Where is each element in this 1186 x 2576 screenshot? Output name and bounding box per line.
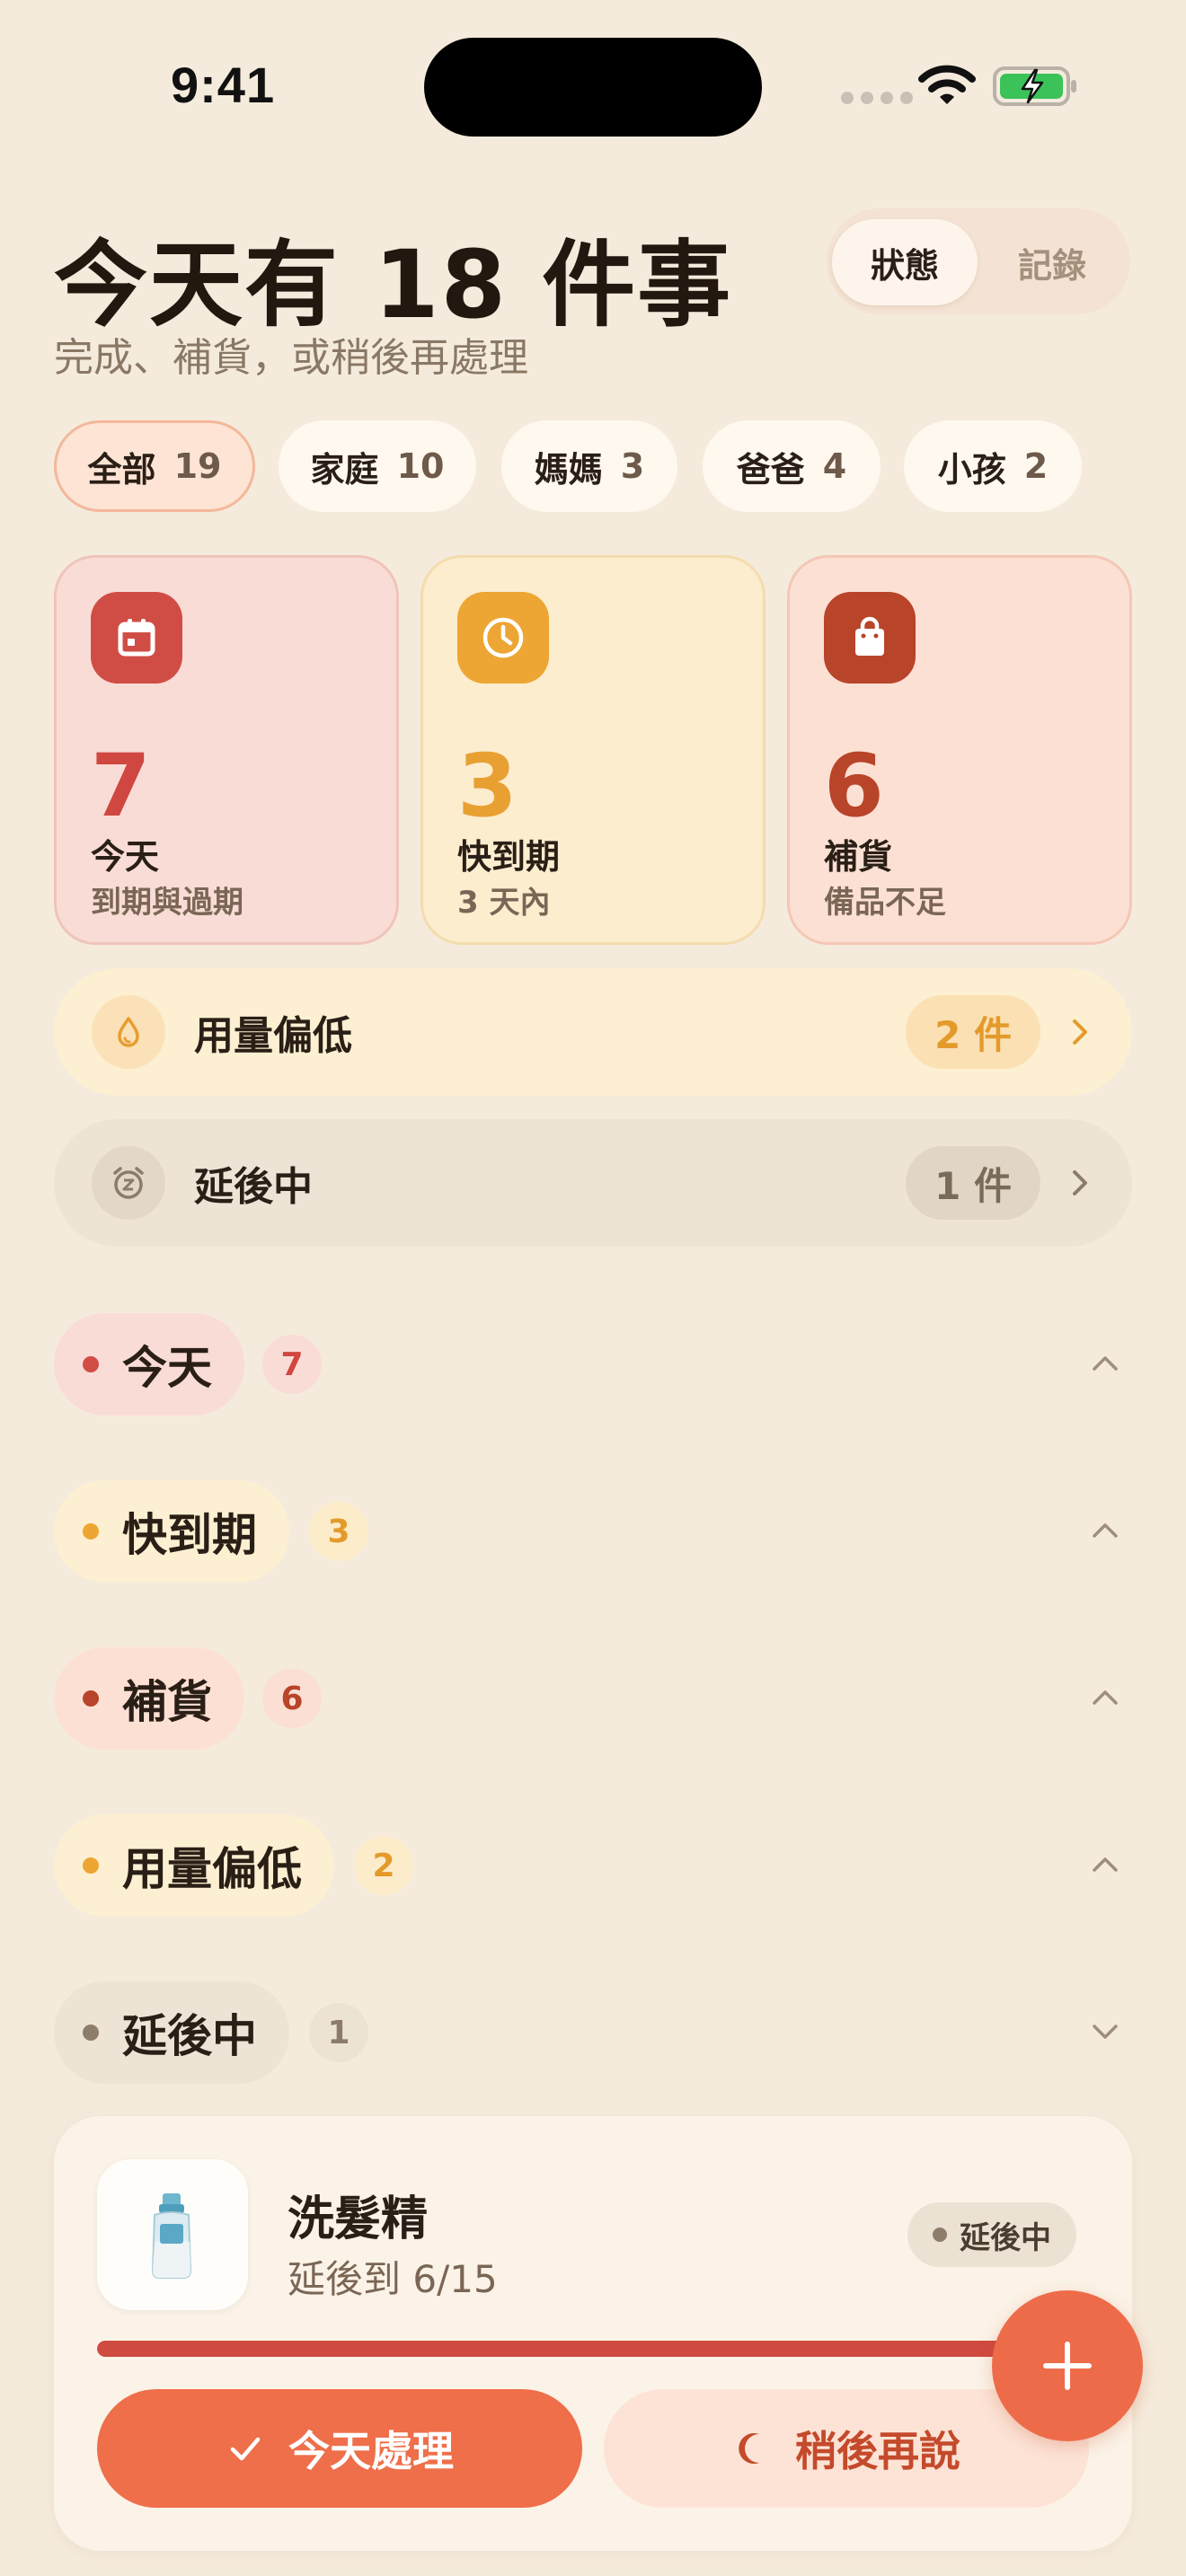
item-progress-bar (97, 2341, 1040, 2357)
row-label: 延後中 (194, 1164, 313, 1210)
moon-icon (739, 2433, 759, 2464)
later-label: 稍後再說 (795, 2427, 960, 2475)
item-progress-fill (97, 2341, 1040, 2357)
item-name: 洗髮精 (288, 2192, 429, 2246)
section-dot (83, 1356, 99, 1372)
chevron-right-icon (1073, 1170, 1087, 1195)
filter-chip-count: 3 (620, 446, 645, 486)
shampoo-bottle-icon (151, 2193, 192, 2279)
row-label: 用量偏低 (194, 1013, 352, 1059)
stat-card-soon[interactable]: 3 快到期 3 天內 (420, 555, 766, 945)
filter-chip-label: 全部 (87, 449, 156, 490)
section-header-restock[interactable]: 補貨 (54, 1647, 244, 1750)
row-low-usage[interactable]: 用量偏低 2 件 (54, 968, 1132, 1096)
filter-chip-kids[interactable]: 小孩 2 (904, 420, 1082, 512)
stat-card-today[interactable]: 7 今天 到期與過期 (54, 555, 399, 945)
section-count: 2 (354, 1836, 413, 1895)
section-header-snoozed[interactable]: 延後中 (54, 1981, 289, 2084)
page-title: 今天有 18 件事 (54, 230, 733, 340)
chevron-up-icon[interactable] (1087, 1513, 1123, 1548)
section-title: 快到期 (122, 1509, 257, 1561)
filter-chip-label: 小孩 (937, 449, 1006, 490)
section-title: 今天 (122, 1342, 212, 1394)
section-dot (83, 2025, 99, 2041)
stat-label: 今天 (91, 837, 160, 877)
handle-today-label: 今天處理 (288, 2427, 454, 2475)
row-count-badge: 1 件 (906, 1146, 1040, 1220)
item-thumbnail (97, 2159, 248, 2310)
stat-sub: 備品不足 (824, 885, 946, 921)
stat-card-restock[interactable]: 6 補貨 備品不足 (787, 555, 1132, 945)
dynamic-island (424, 38, 762, 137)
shopping-bag-icon (824, 592, 916, 684)
filter-chip-label: 媽媽 (534, 449, 603, 490)
section-dot (83, 1857, 99, 1874)
section-header-low-usage[interactable]: 用量偏低 (54, 1814, 334, 1917)
wifi-icon (918, 65, 976, 104)
section-header-soon[interactable]: 快到期 (54, 1480, 289, 1583)
handle-today-button[interactable]: 今天處理 (97, 2389, 582, 2508)
stat-sub: 到期與過期 (91, 885, 243, 921)
stat-value: 6 (824, 736, 884, 836)
chevron-up-icon[interactable] (1087, 1680, 1123, 1716)
status-time: 9:41 (171, 57, 276, 113)
chevron-up-icon[interactable] (1087, 1345, 1123, 1381)
droplet-icon (92, 995, 165, 1069)
filter-chip-label: 家庭 (310, 449, 379, 490)
snooze-alarm-icon (92, 1146, 165, 1220)
page-subtitle: 完成、補貨，或稍後再處理 (54, 335, 528, 381)
stat-label: 快到期 (457, 837, 561, 877)
segment-status[interactable]: 狀態 (832, 219, 978, 305)
section-count: 1 (309, 2003, 368, 2062)
cellular-signal-icon (841, 92, 913, 104)
stat-label: 補貨 (824, 837, 893, 877)
filter-chip-label: 爸爸 (736, 449, 805, 490)
section-title: 延後中 (122, 2010, 257, 2062)
segment-records[interactable]: 記錄 (979, 219, 1125, 305)
battery-charging-icon (993, 66, 1076, 106)
section-count: 6 (262, 1669, 322, 1728)
filter-chip-count: 4 (822, 446, 847, 486)
filter-chip-dad[interactable]: 爸爸 4 (703, 420, 881, 512)
section-dot (83, 1523, 99, 1539)
plus-icon (1043, 2342, 1092, 2390)
filter-chip-all[interactable]: 全部 19 (54, 420, 255, 512)
chevron-right-icon (1073, 1019, 1087, 1045)
section-count: 3 (309, 1502, 368, 1561)
filter-chip-count: 2 (1023, 446, 1049, 486)
calendar-icon (91, 592, 182, 684)
item-snooze-date: 延後到 6/15 (288, 2257, 498, 2301)
chevron-up-icon[interactable] (1087, 1847, 1123, 1883)
section-title: 用量偏低 (122, 1843, 302, 1895)
stat-value: 7 (91, 736, 151, 836)
row-snoozed[interactable]: 延後中 1 件 (54, 1119, 1132, 1247)
filter-chip-family[interactable]: 家庭 10 (279, 420, 476, 512)
section-count: 7 (262, 1335, 322, 1394)
section-title: 補貨 (122, 1676, 212, 1728)
row-count-badge: 2 件 (906, 995, 1040, 1069)
section-header-today[interactable]: 今天 (54, 1313, 244, 1416)
status-dot (933, 2228, 947, 2242)
add-item-button[interactable] (992, 2290, 1143, 2441)
filter-chip-count: 10 (396, 446, 445, 486)
stat-value: 3 (457, 736, 518, 836)
clock-icon (457, 592, 549, 684)
section-dot (83, 1690, 99, 1707)
status-badge: 延後中 (907, 2202, 1076, 2267)
checkmark-icon (230, 2437, 261, 2461)
filter-chip-count: 19 (173, 446, 222, 486)
filter-chip-mom[interactable]: 媽媽 3 (501, 420, 677, 512)
chevron-down-icon[interactable] (1087, 2014, 1123, 2050)
status-badge-label: 延後中 (960, 2219, 1051, 2256)
stat-sub: 3 天內 (457, 885, 551, 921)
